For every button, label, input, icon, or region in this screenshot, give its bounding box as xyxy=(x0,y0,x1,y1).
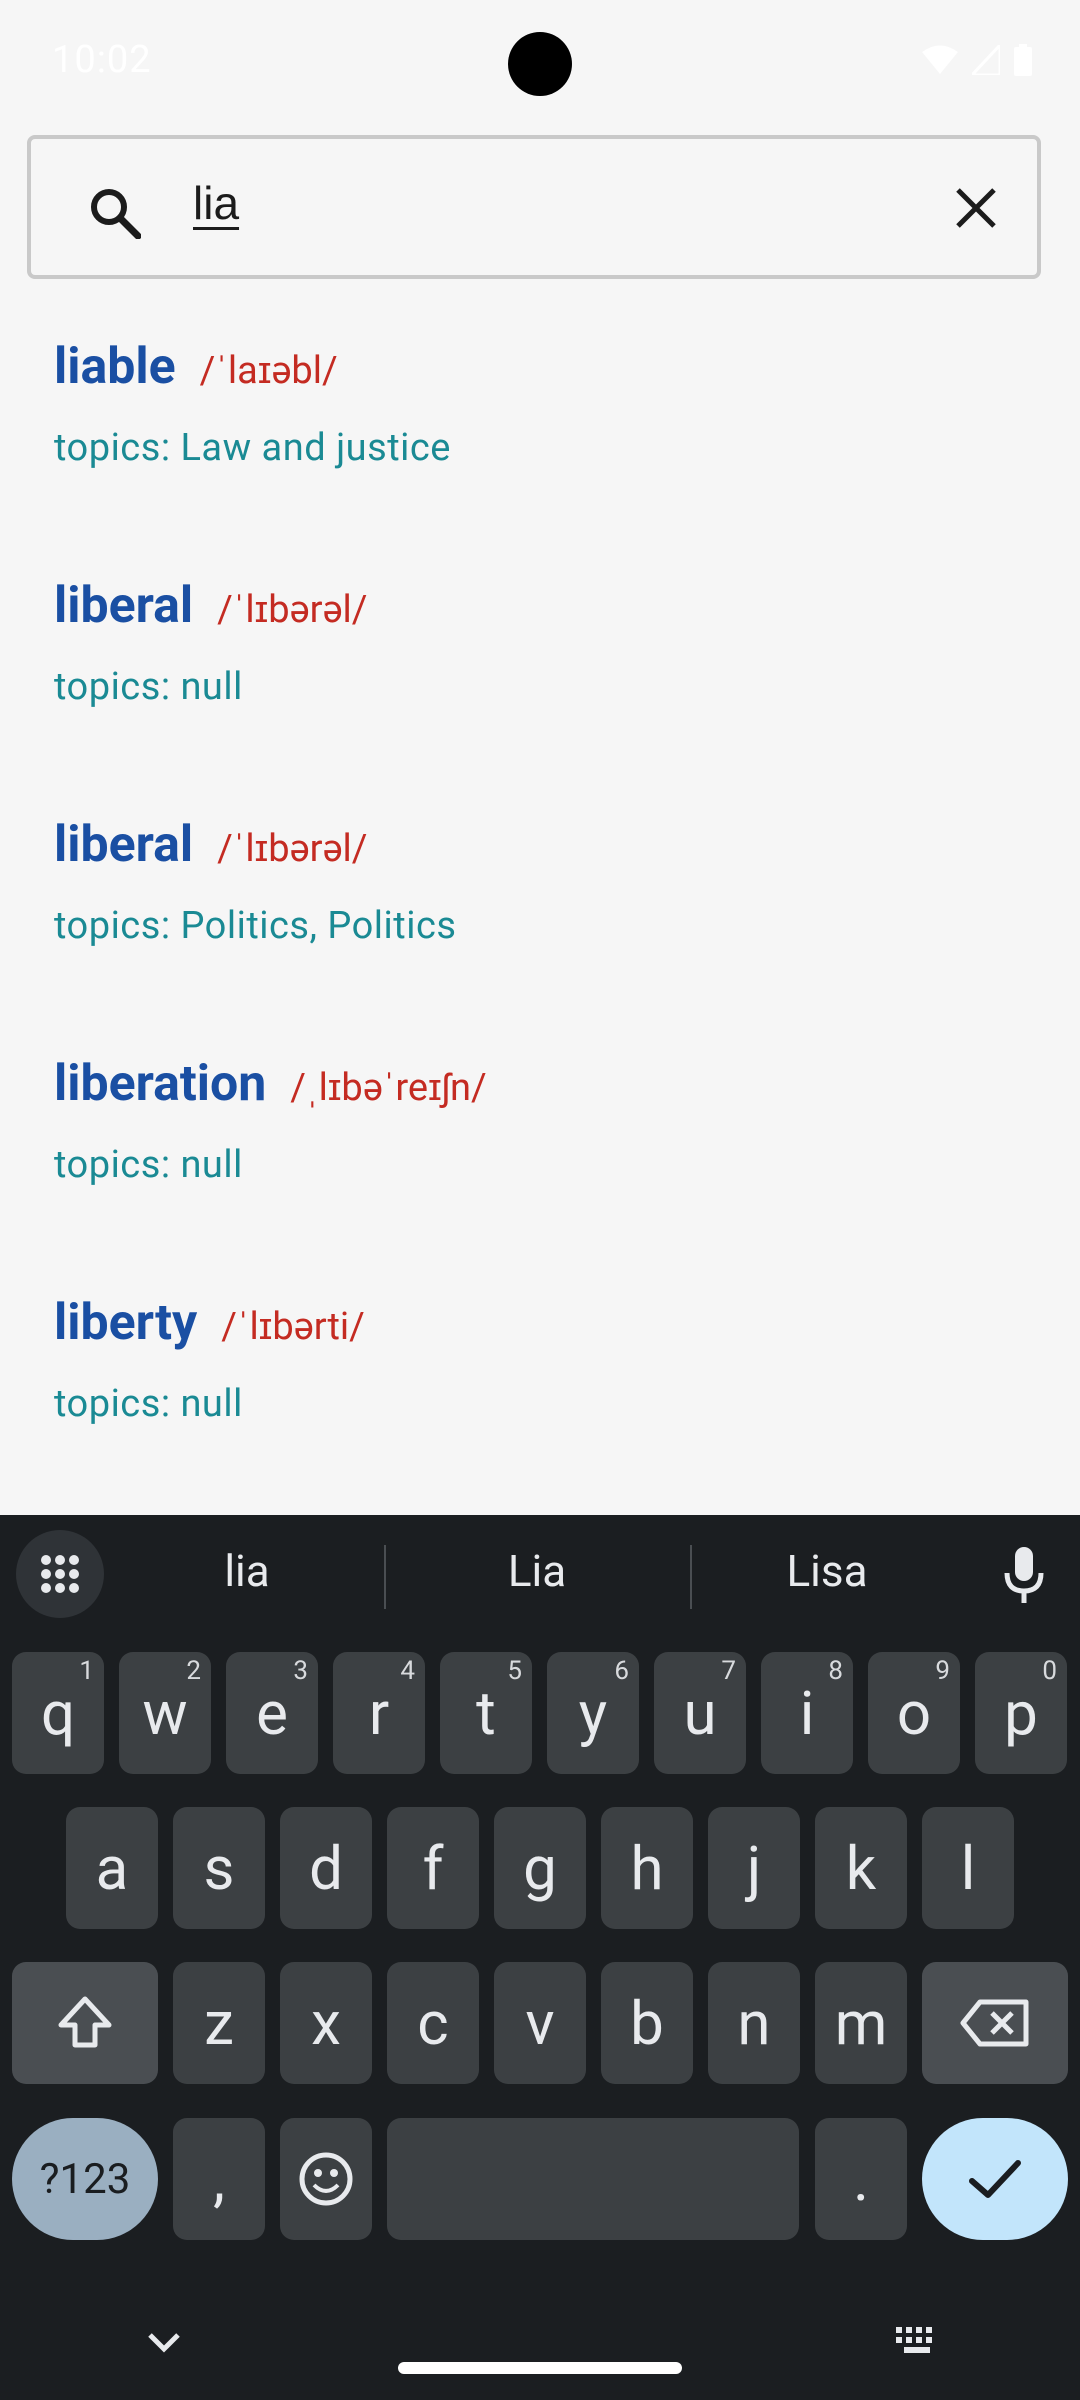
key-o[interactable]: o9 xyxy=(868,1652,960,1774)
key-j[interactable]: j xyxy=(708,1807,800,1929)
entry-topics: topics: null xyxy=(54,1382,243,1426)
close-icon[interactable] xyxy=(953,185,999,231)
entry-topics: topics: Law and justice xyxy=(54,426,451,470)
chevron-down-icon[interactable] xyxy=(142,2327,186,2357)
keyboard-menu-button[interactable] xyxy=(16,1530,104,1618)
key-n[interactable]: n xyxy=(708,1962,800,2084)
entry-topics: topics: null xyxy=(54,665,243,709)
key-d[interactable]: d xyxy=(280,1807,372,1929)
search-bar[interactable] xyxy=(27,135,1041,279)
period-key[interactable]: . xyxy=(815,2118,907,2240)
status-bar: 10:02 xyxy=(0,0,1080,130)
status-icons xyxy=(922,44,1032,76)
status-time: 10:02 xyxy=(52,38,152,82)
emoji-icon xyxy=(299,2152,353,2206)
comma-key[interactable]: , xyxy=(173,2118,265,2240)
entry-word: liberal xyxy=(54,577,194,635)
key-z[interactable]: z xyxy=(173,1962,265,2084)
key-g[interactable]: g xyxy=(494,1807,586,1929)
list-item[interactable]: liable /ˈlaɪəbl/ topics: Law and justice xyxy=(54,338,1034,568)
suggestion-1[interactable]: lia xyxy=(102,1545,392,1597)
list-item[interactable]: liberation /ˌlɪbəˈreɪʃn/ topics: null xyxy=(54,1055,1034,1285)
key-l[interactable]: l xyxy=(922,1807,1014,1929)
key-b[interactable]: b xyxy=(601,1962,693,2084)
checkmark-icon xyxy=(969,2160,1021,2198)
key-q[interactable]: q1 xyxy=(12,1652,104,1774)
key-c[interactable]: c xyxy=(387,1962,479,2084)
key-h[interactable]: h xyxy=(601,1807,693,1929)
grid-icon xyxy=(41,1555,79,1593)
key-r[interactable]: r4 xyxy=(333,1652,425,1774)
key-t[interactable]: t5 xyxy=(440,1652,532,1774)
search-icon xyxy=(91,189,141,239)
key-u[interactable]: u7 xyxy=(654,1652,746,1774)
backspace-key[interactable] xyxy=(922,1962,1068,2084)
suggestion-2[interactable]: Lia xyxy=(392,1545,682,1597)
key-k[interactable]: k xyxy=(815,1807,907,1929)
entry-word: liberation xyxy=(54,1055,267,1113)
entry-word: liberal xyxy=(54,816,194,874)
camera-cutout xyxy=(508,32,572,96)
key-a[interactable]: a xyxy=(66,1807,158,1929)
entry-word: liberty xyxy=(54,1294,198,1352)
entry-pronunciation: /ˈlaɪəbl/ xyxy=(199,349,338,393)
entry-topics: topics: null xyxy=(54,1143,243,1187)
key-e[interactable]: e3 xyxy=(226,1652,318,1774)
backspace-icon xyxy=(960,1999,1029,2047)
entry-topics: topics: Politics, Politics xyxy=(54,904,457,948)
key-p[interactable]: p0 xyxy=(975,1652,1067,1774)
shift-icon xyxy=(58,1996,112,2048)
key-y[interactable]: y6 xyxy=(547,1652,639,1774)
entry-pronunciation: /ˈlɪbərti/ xyxy=(221,1305,365,1349)
soft-keyboard: lia Lia Lisa q1 w2 e3 r4 t5 y6 u7 i8 o9 … xyxy=(0,1515,1080,2400)
key-f[interactable]: f xyxy=(387,1807,479,1929)
key-x[interactable]: x xyxy=(280,1962,372,2084)
emoji-key[interactable] xyxy=(280,2118,372,2240)
wifi-icon xyxy=(922,45,958,74)
suggestion-divider xyxy=(384,1545,386,1609)
key-m[interactable]: m xyxy=(815,1962,907,2084)
list-item[interactable]: liberal /ˈlɪbərəl/ topics: null xyxy=(54,577,1034,807)
entry-pronunciation: /ˈlɪbərəl/ xyxy=(217,588,368,632)
signal-icon xyxy=(972,45,1000,75)
entry-pronunciation: /ˈlɪbərəl/ xyxy=(217,827,368,871)
key-i[interactable]: i8 xyxy=(761,1652,853,1774)
microphone-icon[interactable] xyxy=(1004,1545,1044,1605)
symbols-key[interactable]: ?123 xyxy=(12,2118,158,2240)
suggestion-3[interactable]: Lisa xyxy=(682,1545,972,1597)
search-input[interactable] xyxy=(191,175,793,231)
home-indicator[interactable] xyxy=(398,2362,682,2374)
key-v[interactable]: v xyxy=(494,1962,586,2084)
entry-pronunciation: /ˌlɪbəˈreɪʃn/ xyxy=(290,1066,487,1110)
keyboard-switch-icon[interactable] xyxy=(894,2325,940,2359)
entry-word: liable xyxy=(54,338,176,396)
key-w[interactable]: w2 xyxy=(119,1652,211,1774)
key-s[interactable]: s xyxy=(173,1807,265,1929)
shift-key[interactable] xyxy=(12,1962,158,2084)
battery-icon xyxy=(1014,44,1032,76)
enter-key[interactable] xyxy=(922,2118,1068,2240)
space-key[interactable] xyxy=(387,2118,799,2240)
list-item[interactable]: liberty /ˈlɪbərti/ topics: null xyxy=(54,1294,1034,1524)
list-item[interactable]: liberal /ˈlɪbərəl/ topics: Politics, Pol… xyxy=(54,816,1034,1046)
